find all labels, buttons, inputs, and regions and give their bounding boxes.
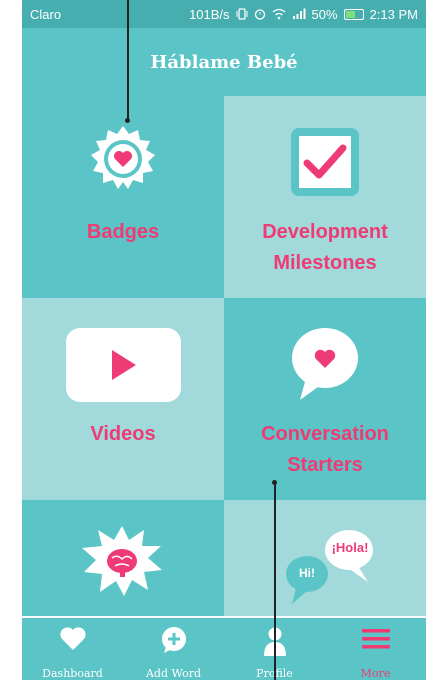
- app-header: Háblame Bebé: [22, 28, 426, 96]
- pointer-line-bottom: [274, 482, 276, 680]
- tile-badges[interactable]: Badges: [22, 96, 224, 298]
- plus-chat-icon: [161, 627, 186, 653]
- vibrate-icon: [236, 8, 248, 20]
- nav-more[interactable]: More: [325, 618, 426, 680]
- nav-label-dashboard: Dashboard: [42, 667, 103, 680]
- hi-bubble-text: Hi!: [299, 566, 315, 580]
- tile-label-development-2: Milestones: [273, 252, 377, 274]
- status-bar: Claro 101B/s 50% 2:13 PM: [22, 0, 426, 28]
- tile-label-badges: Badges: [86, 221, 160, 243]
- battery-percent: 50%: [311, 6, 338, 22]
- menu-icon: [361, 629, 390, 649]
- nav-dashboard[interactable]: Dashboard: [22, 618, 123, 680]
- nav-label-more: More: [360, 667, 391, 680]
- speech-bubble-heart-icon: [292, 328, 358, 400]
- nav-label-add-word: Add Word: [145, 667, 201, 680]
- tile-videos[interactable]: Videos: [22, 298, 224, 500]
- app-screen: Claro 101B/s 50% 2:13 PM Háblame Bebé Ba…: [22, 0, 426, 680]
- carrier-label: Claro: [30, 6, 62, 22]
- nav-add-word[interactable]: Add Word: [123, 618, 224, 680]
- heart-icon: [59, 627, 86, 650]
- tile-development-milestones[interactable]: Development Milestones: [224, 96, 426, 298]
- pointer-dot-bottom: [272, 480, 277, 485]
- tile-conversation-starters[interactable]: Conversation Starters: [224, 298, 426, 500]
- wifi-icon: [272, 8, 285, 20]
- clock: 2:13 PM: [369, 6, 418, 22]
- checkbox-icon: [291, 128, 359, 196]
- brain-burst-icon: [82, 526, 162, 596]
- badge-icon: [91, 126, 155, 189]
- pointer-line-top: [127, 0, 129, 120]
- signal-icon: [292, 8, 306, 19]
- app-title: Háblame Bebé: [150, 51, 298, 73]
- tile-label-videos: Videos: [90, 423, 156, 445]
- tile-label-conversation-1: Conversation: [261, 423, 389, 445]
- bottom-nav: Dashboard Add Word Profile More: [22, 616, 426, 680]
- tile-label-development-1: Development: [262, 221, 388, 243]
- status-indicators: 101B/s 50% 2:13 PM: [189, 7, 418, 22]
- network-speed: 101B/s: [189, 6, 230, 22]
- tile-label-conversation-2: Starters: [287, 454, 363, 476]
- battery-icon: [343, 8, 364, 20]
- pointer-dot-top: [125, 118, 130, 123]
- alarm-icon: [254, 9, 265, 20]
- video-play-icon: [66, 328, 181, 402]
- hola-bubble-text: ¡Hola!: [331, 540, 369, 555]
